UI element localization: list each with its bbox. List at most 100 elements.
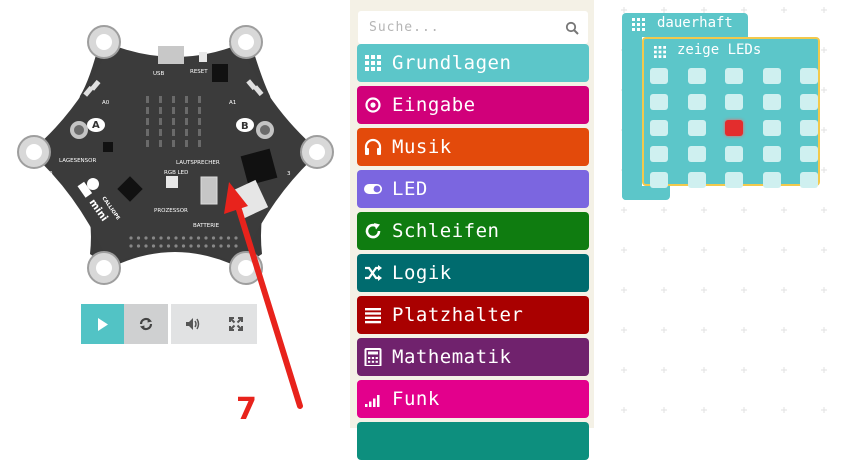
led-off[interactable] <box>725 94 743 110</box>
edge-pin <box>204 244 208 248</box>
restart-button[interactable] <box>124 304 168 344</box>
board-led <box>146 129 149 136</box>
board-led <box>146 118 149 125</box>
grid-mark <box>701 287 707 293</box>
led-off[interactable] <box>650 172 668 188</box>
grid-mark <box>781 407 787 413</box>
led-off[interactable] <box>762 120 781 136</box>
a1-label: A1 <box>229 100 236 106</box>
show-leds-block[interactable]: zeige LEDs <box>642 37 820 188</box>
grid-mark <box>621 327 627 333</box>
category-label: Logik <box>392 262 452 284</box>
forever-block[interactable]: dauerhaft <box>622 13 748 37</box>
category-label: Grundlagen <box>392 52 512 74</box>
grid-mark <box>781 7 787 13</box>
category-platzhalter[interactable]: Platzhalter <box>357 296 589 334</box>
search-icon[interactable] <box>565 21 579 35</box>
pin-0-label: 0 <box>49 171 53 177</box>
mute-button[interactable] <box>171 304 214 344</box>
category-musik[interactable]: Musik <box>357 128 589 166</box>
edge-pin <box>204 236 208 240</box>
led-off[interactable] <box>725 68 743 84</box>
grid-mark <box>781 287 787 293</box>
board-led <box>172 107 175 114</box>
board-led <box>185 129 188 136</box>
toggle-icon <box>363 179 383 199</box>
board-led <box>172 118 175 125</box>
edge-pin <box>226 236 231 240</box>
forever-block-arm <box>622 37 642 200</box>
led-off[interactable] <box>800 172 818 188</box>
led-off[interactable] <box>650 120 668 136</box>
led-off[interactable] <box>687 172 706 188</box>
board-led <box>159 107 162 114</box>
grid-mark <box>661 327 667 333</box>
category-grundlagen[interactable]: Grundlagen <box>357 44 589 82</box>
led-off[interactable] <box>800 68 818 84</box>
usb-label: USB <box>153 71 165 77</box>
calculator-icon <box>363 347 383 367</box>
led-off[interactable] <box>687 146 706 162</box>
board-led <box>198 118 201 125</box>
grid-icon <box>654 46 666 58</box>
pin-2-label: 2 <box>223 263 227 269</box>
edge-pin <box>181 244 186 248</box>
led-off[interactable] <box>762 172 781 188</box>
calliope-mini-board[interactable]: USB RESET A0 A1 LAGESENSOR LAUTSPRECHER … <box>0 0 350 300</box>
grid-mark <box>821 167 827 173</box>
category-logik[interactable]: Logik <box>357 254 589 292</box>
category-label: Mathematik <box>392 346 512 368</box>
search-input[interactable]: Suche... <box>369 20 440 35</box>
play-button[interactable] <box>81 304 124 344</box>
grid-mark <box>821 7 827 13</box>
led-off[interactable] <box>762 94 781 110</box>
led-off[interactable] <box>762 68 781 84</box>
category-schleifen[interactable]: Schleifen <box>357 212 589 250</box>
prozessor-label: PROZESSOR <box>154 208 188 214</box>
led-off[interactable] <box>762 146 781 162</box>
grid-mark <box>621 367 627 373</box>
grid-icon <box>632 18 645 31</box>
grid-mark <box>741 247 747 253</box>
category-eingabe[interactable]: Eingabe <box>357 86 589 124</box>
lautsprecher-label: LAUTSPRECHER <box>176 160 220 166</box>
led-off[interactable] <box>800 146 818 162</box>
button-b-label: B <box>241 121 249 132</box>
search-box[interactable]: Suche... <box>358 11 588 44</box>
led-off[interactable] <box>650 146 668 162</box>
edge-pin <box>166 236 171 240</box>
led-off[interactable] <box>800 120 818 136</box>
edge-pin <box>189 244 193 248</box>
edge-pin <box>174 244 178 248</box>
category-led[interactable]: LED <box>357 170 589 208</box>
grid-mark <box>741 367 747 373</box>
edge-pin <box>211 236 216 240</box>
grid-mark <box>701 407 707 413</box>
category-funk[interactable]: Funk <box>357 380 589 418</box>
fullscreen-button[interactable] <box>214 304 257 344</box>
grid-mark <box>661 287 667 293</box>
grid-mark <box>821 87 827 93</box>
led-on[interactable] <box>725 120 743 136</box>
led-off[interactable] <box>800 94 818 110</box>
button-a-label: A <box>92 120 100 131</box>
edge-pin <box>159 244 163 248</box>
grid-mark <box>701 367 707 373</box>
grid-mark <box>661 207 667 213</box>
shuffle-icon <box>363 263 383 283</box>
grid-mark <box>821 407 827 413</box>
led-off[interactable] <box>687 68 706 84</box>
led-off[interactable] <box>650 68 668 84</box>
led-off[interactable] <box>725 146 743 162</box>
category-mathematik[interactable]: Mathematik <box>357 338 589 376</box>
led-off[interactable] <box>650 94 668 110</box>
led-off[interactable] <box>725 172 743 188</box>
toolbox: Suche... Grundlagen Eingabe Musik LED Schlei… <box>355 0 594 460</box>
category-label: Platzhalter <box>392 304 524 326</box>
grid-mark <box>701 327 707 333</box>
edge-pin <box>136 236 141 240</box>
board-led <box>198 107 201 114</box>
led-off[interactable] <box>687 94 706 110</box>
board-led <box>159 129 162 136</box>
led-off[interactable] <box>687 120 706 136</box>
